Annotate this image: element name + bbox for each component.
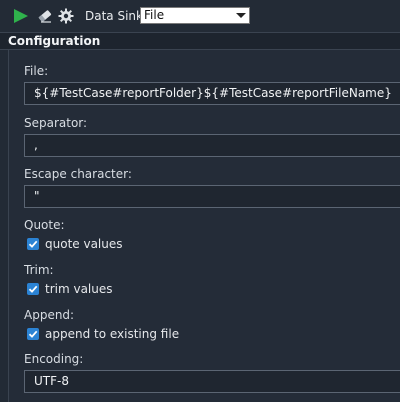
data-sink-select[interactable]: File — [140, 7, 250, 24]
checkmark-icon — [28, 240, 38, 248]
quote-label: Quote: — [24, 218, 65, 232]
toolbar: Data Sink: File — [0, 0, 400, 32]
trim-values-checkbox[interactable] — [27, 283, 39, 295]
file-field[interactable]: ${#TestCase#reportFolder}${#TestCase#rep… — [24, 82, 400, 105]
escape-character-field[interactable]: " — [24, 185, 400, 208]
eraser-icon[interactable] — [36, 7, 54, 25]
checkmark-icon — [28, 285, 38, 293]
data-sink-selected-value: File — [144, 8, 165, 22]
chevron-down-icon[interactable] — [236, 13, 246, 18]
run-icon[interactable] — [12, 7, 30, 25]
configuration-header[interactable]: Configuration — [0, 32, 400, 50]
quote-values-label: quote values — [45, 237, 123, 251]
file-label: File: — [24, 64, 49, 78]
append-checkbox[interactable] — [27, 328, 39, 340]
encoding-label: Encoding: — [24, 352, 84, 366]
escape-character-label: Escape character: — [24, 167, 132, 181]
trim-label: Trim: — [24, 263, 54, 277]
separator-label: Separator: — [24, 116, 88, 130]
encoding-field[interactable]: UTF-8 — [24, 370, 400, 393]
data-sink-label: Data Sink: — [85, 9, 148, 23]
trim-values-label: trim values — [45, 282, 113, 296]
configuration-panel: File: ${#TestCase#reportFolder}${#TestCa… — [8, 50, 400, 402]
gear-icon[interactable] — [57, 7, 75, 25]
append-label: Append: — [24, 308, 75, 322]
checkmark-icon — [28, 330, 38, 338]
section-title: Configuration — [8, 34, 101, 48]
quote-values-checkbox[interactable] — [27, 238, 39, 250]
append-label-text: append to existing file — [45, 327, 180, 341]
separator-field[interactable]: , — [24, 134, 400, 157]
